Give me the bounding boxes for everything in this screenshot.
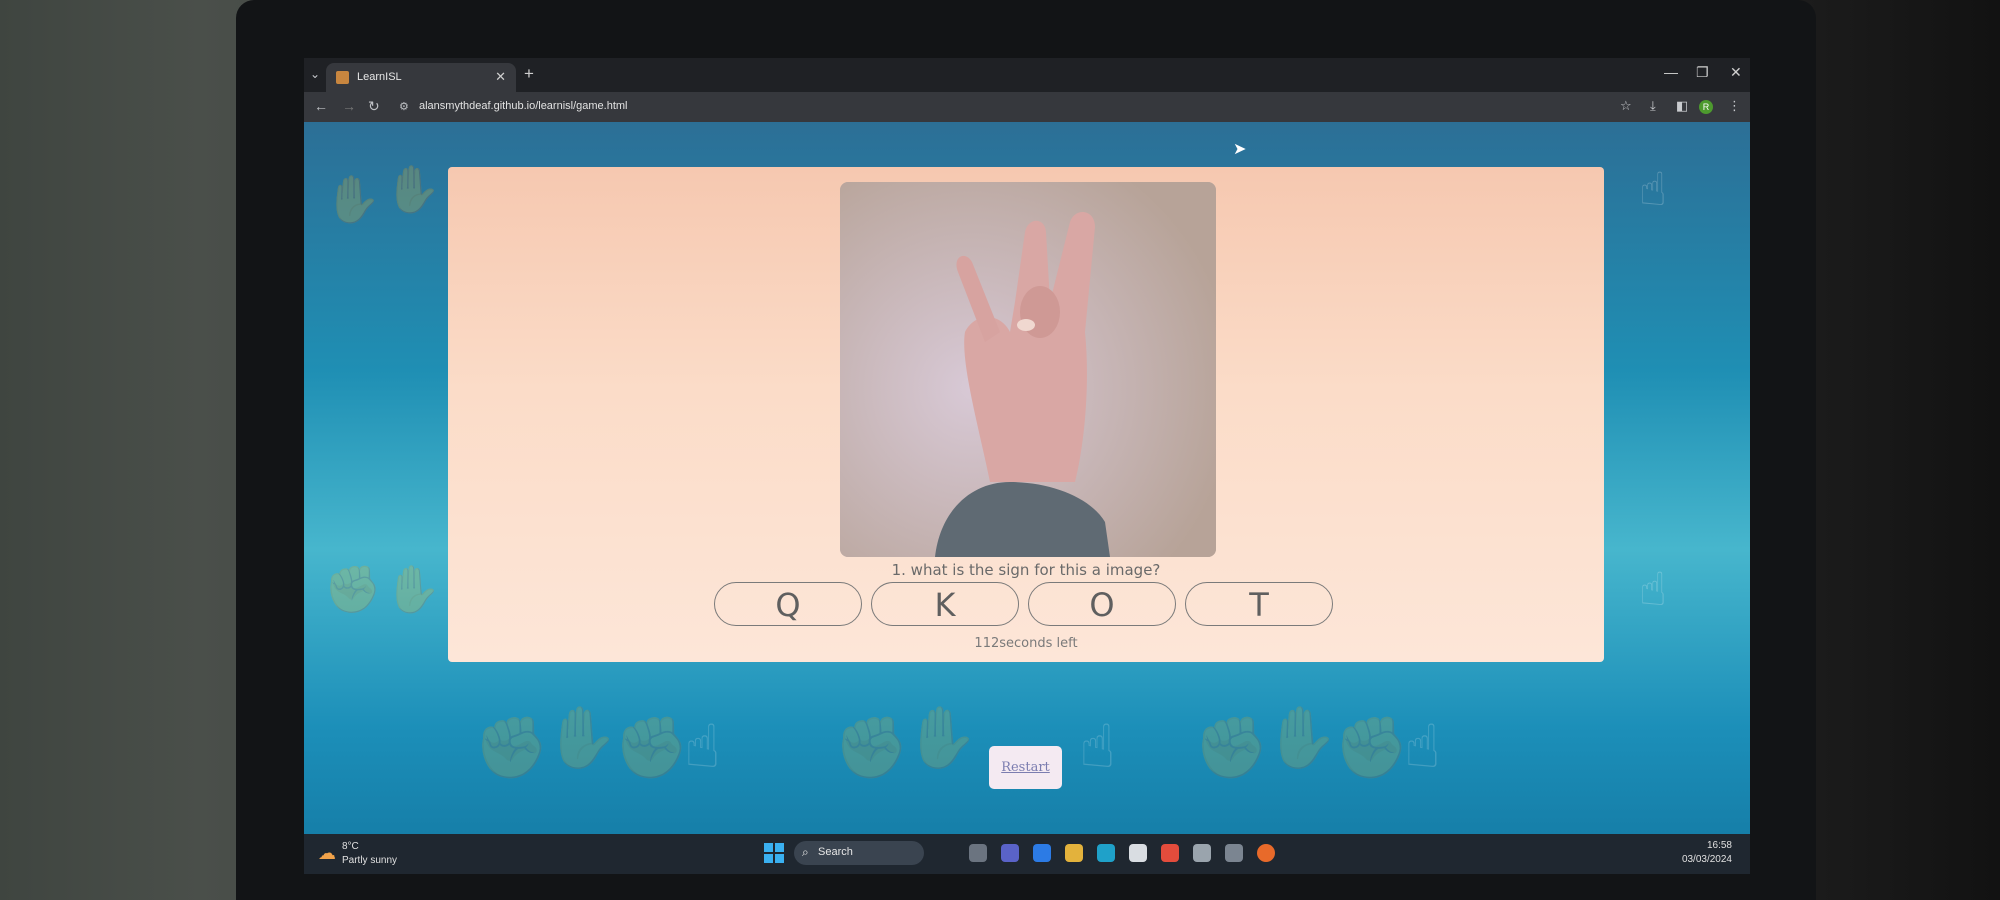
store-icon[interactable] — [1129, 844, 1147, 862]
hand-sign-decoration-icon: ☝ — [684, 713, 721, 780]
answer-button-t[interactable]: T — [1185, 582, 1333, 626]
copilot-icon[interactable] — [1033, 844, 1051, 862]
close-tab-icon[interactable]: ✕ — [495, 69, 506, 85]
answer-button-k[interactable]: K — [871, 582, 1019, 626]
file-explorer-icon[interactable] — [1065, 844, 1083, 862]
sidebar-icon[interactable]: ◧ — [1676, 98, 1688, 114]
minimize-icon[interactable]: — — [1664, 64, 1678, 80]
hand-sign-decoration-icon: ✋ — [384, 163, 442, 215]
browser-tab[interactable]: LearnISL ✕ — [326, 63, 516, 92]
weather-temperature[interactable]: 8°C — [342, 841, 359, 852]
answer-button-o[interactable]: O — [1028, 582, 1176, 626]
hand-sign-decoration-icon: ✊ — [1194, 714, 1269, 781]
site-info-icon[interactable]: ⚙ — [399, 100, 409, 113]
address-bar[interactable]: alansmythdeaf.github.io/learnisl/game.ht… — [419, 100, 628, 112]
star-icon[interactable]: ☆ — [1620, 98, 1632, 114]
task-view-icon[interactable] — [969, 844, 987, 862]
search-label: Search — [818, 846, 853, 858]
hand-sign-image — [840, 182, 1216, 557]
download-icon[interactable]: ⤓ — [1650, 98, 1656, 114]
question-text: 1. what is the sign for this a image? — [891, 561, 1161, 579]
close-window-icon[interactable]: ✕ — [1730, 64, 1742, 81]
answer-button-q[interactable]: Q — [714, 582, 862, 626]
hand-sign-decoration-icon: ☝ — [1639, 563, 1668, 615]
taskbar-search[interactable]: ⌕ Search — [794, 841, 924, 865]
restart-button[interactable]: Restart — [989, 746, 1062, 789]
hand-sign-decoration-icon: ☝ — [1639, 163, 1668, 215]
hand-sign-decoration-icon: ☝ — [1404, 713, 1441, 780]
restore-icon[interactable]: ❐ — [1696, 64, 1709, 81]
game-page: ✋ ✋ ✊ ✋ ☝ ☝ ✊ ✋ ✊ ☝ ✊ ✋ ☝ ✊ ✋ ✊ ☝ 1. wha… — [304, 122, 1750, 834]
more-icon[interactable]: ⋮ — [1728, 98, 1741, 114]
quiz-card: 1. what is the sign for this a image? Q … — [448, 167, 1604, 662]
tab-list-icon[interactable]: ⌄ — [310, 67, 320, 81]
hand-sign-decoration-icon: ☝ — [1079, 713, 1116, 780]
forward-icon[interactable]: → — [342, 98, 356, 114]
teams-icon[interactable] — [1001, 844, 1019, 862]
back-icon[interactable]: ← — [314, 98, 328, 114]
profile-avatar[interactable]: R — [1699, 100, 1713, 114]
windows-start-icon[interactable] — [764, 843, 784, 863]
chrome-icon[interactable] — [1161, 844, 1179, 862]
settings-icon[interactable] — [1225, 844, 1243, 862]
hand-sign-decoration-icon: ✊ — [614, 714, 689, 781]
weather-icon[interactable]: ☁ — [318, 843, 336, 864]
mouse-cursor-icon: ➤ — [1233, 141, 1247, 158]
hand-sign-decoration-icon: ✊ — [834, 714, 909, 781]
windows-taskbar: ☁ 8°C Partly sunny ⌕ Search 16:58 03/03/… — [304, 834, 1750, 874]
tab-title: LearnISL — [357, 71, 402, 83]
favicon-icon — [336, 71, 349, 84]
new-tab-icon[interactable]: + — [524, 64, 534, 84]
hand-sign-decoration-icon: ✊ — [1334, 714, 1409, 781]
clock-time[interactable]: 16:58 — [1707, 840, 1732, 851]
hand-sign-decoration-icon: ✋ — [324, 173, 382, 225]
edge-icon[interactable] — [1097, 844, 1115, 862]
clock-date[interactable]: 03/03/2024 — [1682, 854, 1732, 865]
hand-sign-decoration-icon: ✊ — [324, 563, 382, 615]
weather-description[interactable]: Partly sunny — [342, 855, 397, 866]
browser-tab-bar: ⌄ LearnISL ✕ + — ❐ ✕ — [304, 58, 1750, 92]
hand-sign-decoration-icon: ✊ — [474, 714, 549, 781]
reload-icon[interactable]: ↻ — [368, 98, 380, 115]
snipping-tool-icon[interactable] — [1193, 844, 1211, 862]
hand-sign-decoration-icon: ✋ — [1264, 704, 1339, 771]
browser-toolbar: ← → ↻ ⚙ alansmythdeaf.github.io/learnisl… — [304, 92, 1750, 122]
hand-sign-decoration-icon: ✋ — [904, 704, 979, 771]
hand-sign-decoration-icon: ✋ — [544, 704, 619, 771]
firefox-icon[interactable] — [1257, 844, 1275, 862]
hand-sign-decoration-icon: ✋ — [384, 563, 442, 615]
search-icon: ⌕ — [802, 845, 809, 859]
timer-text: 112seconds left — [974, 636, 1078, 651]
screen: ⌄ LearnISL ✕ + — ❐ ✕ ← → ↻ ⚙ alansmythde… — [304, 58, 1750, 874]
